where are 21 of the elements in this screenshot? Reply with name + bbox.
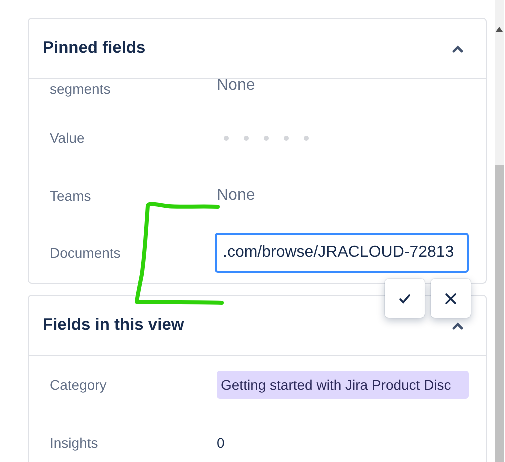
scrollbar[interactable] (495, 0, 504, 462)
category-tag[interactable]: Getting started with Jira Product Disc (217, 371, 469, 399)
field-label: Category (50, 377, 108, 393)
chevron-up-icon[interactable] (452, 322, 464, 330)
field-label: Value (50, 130, 86, 146)
field-value[interactable]: None (217, 187, 256, 205)
scroll-up-icon[interactable] (496, 27, 503, 32)
field-label: Documents (50, 245, 122, 261)
field-value[interactable]: None (217, 79, 256, 95)
panel-title: Fields in this view (43, 316, 184, 335)
field-label: segments (50, 80, 112, 99)
panel-title: Pinned fields (43, 39, 146, 58)
close-icon (445, 292, 457, 304)
field-value[interactable]: 0 (217, 435, 225, 451)
field-label: Teams (50, 188, 92, 204)
input-field[interactable]: .com/browse/JRACLOUD-72813 (215, 233, 469, 273)
scrollbar-thumb[interactable] (495, 165, 504, 462)
chevron-up-icon[interactable] (452, 44, 464, 52)
close-button[interactable] (431, 279, 471, 318)
field-label: Insights (50, 435, 100, 451)
checkmark-icon (399, 294, 411, 304)
